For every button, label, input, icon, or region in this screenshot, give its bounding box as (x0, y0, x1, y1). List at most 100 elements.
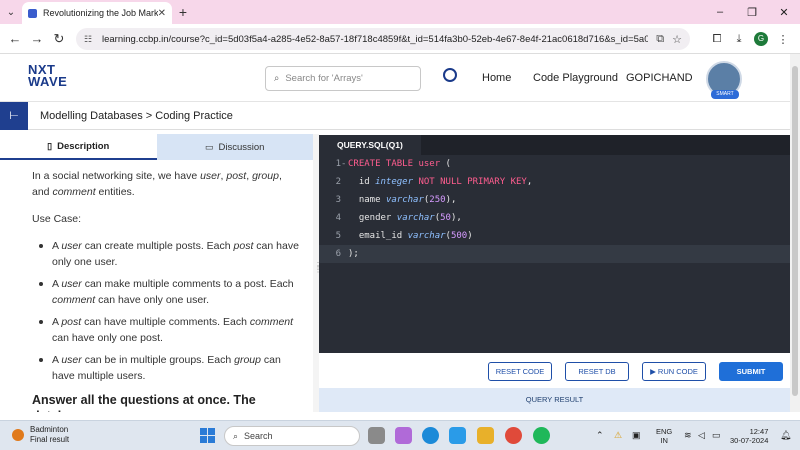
nav-user-name[interactable]: GOPICHAND (626, 72, 693, 84)
whatsapp-icon[interactable] (533, 427, 550, 444)
breadcrumb-bar: ⊢ Modelling Databases > Coding Practice (0, 102, 790, 130)
download-icon[interactable]: ⤓ (728, 33, 750, 46)
breadcrumb: Modelling Databases > Coding Practice (40, 110, 233, 122)
code-line[interactable]: 4 gender varchar(50), (319, 209, 790, 227)
sidebar-toggle-icon[interactable]: ⊢ (0, 102, 28, 130)
edge-icon[interactable] (422, 427, 439, 444)
line-number: 1 (335, 159, 341, 169)
region-code: IN (660, 436, 668, 445)
fold-icon[interactable]: - (341, 155, 346, 173)
description-panel: ▯ Description ▭ Discussion In a social n… (0, 134, 313, 412)
submit-button[interactable]: SUBMIT (719, 362, 783, 381)
query-result-bar[interactable]: QUERY RESULT (319, 388, 790, 412)
camera-icon[interactable]: ▣ (632, 430, 641, 441)
notification-icon[interactable]: 🔔︎ (780, 430, 791, 441)
browser-tab[interactable]: Revolutionizing the Job Market ✕ (22, 2, 172, 24)
user-avatar[interactable]: SMART (706, 61, 742, 99)
tab-search-icon[interactable]: ⌄ (0, 7, 22, 18)
code-text: name varchar(250), (348, 195, 457, 205)
code-line[interactable]: 1- CREATE TABLE user ( (319, 155, 790, 173)
code-line[interactable]: 5 email_id varchar(500) (319, 227, 790, 245)
copilot-icon[interactable] (395, 427, 412, 444)
site-favicon-icon (28, 8, 37, 18)
code-area[interactable]: 1- CREATE TABLE user (2 id integer NOT NU… (319, 155, 790, 263)
chrome-icon[interactable] (505, 427, 522, 444)
task-view-icon[interactable] (368, 427, 385, 444)
nxtwave-logo[interactable]: NXT WAVE (28, 63, 68, 89)
reset-code-button[interactable]: RESET CODE (488, 362, 552, 381)
logo-line2: WAVE (28, 74, 68, 89)
clock[interactable]: 12:47 30-07-2024 (730, 427, 768, 445)
weather-widget[interactable]: Badminton Final result (12, 425, 69, 445)
nav-home[interactable]: Home (482, 72, 511, 84)
use-case-label: Use Case: (32, 213, 82, 225)
language-indicator[interactable]: ENG IN (656, 427, 672, 445)
list-item: A post can have multiple comments. Each … (39, 314, 302, 346)
line-number: 6 (335, 249, 341, 259)
list-item: A user can be in multiple groups. Each g… (39, 352, 302, 384)
minimize-icon[interactable]: – (704, 6, 736, 18)
install-app-icon[interactable]: ⧉ (656, 33, 664, 46)
tab-query-file[interactable]: QUERY.SQL(Q1) (319, 135, 421, 155)
close-tab-icon[interactable]: ✕ (158, 8, 166, 19)
start-icon[interactable] (200, 428, 215, 443)
questions-heading: Answer all the questions at once. The da… (32, 393, 256, 412)
site-settings-icon[interactable]: ☷ (84, 34, 96, 45)
page-scrollbar[interactable] (790, 54, 800, 412)
avatar-badge: SMART (711, 90, 739, 99)
restore-icon[interactable]: ❐ (736, 6, 768, 19)
timer-icon[interactable] (443, 68, 457, 82)
nav-code-playground[interactable]: Code Playground (533, 72, 618, 84)
tab-description[interactable]: ▯ Description (0, 134, 157, 160)
left-tabs: ▯ Description ▭ Discussion (0, 134, 313, 160)
run-code-button[interactable]: ▶ RUN CODE (642, 362, 706, 381)
file-explorer-icon[interactable] (477, 427, 494, 444)
show-hidden-icons[interactable]: ⌃ (596, 430, 604, 441)
list-item: A user can create multiple posts. Each p… (39, 238, 302, 270)
scrollbar-thumb[interactable] (792, 66, 798, 396)
line-number: 4 (335, 213, 341, 223)
volume-icon[interactable]: ◁ (698, 430, 705, 441)
more-menu-icon[interactable]: ⋮ (772, 33, 794, 46)
line-number: 3 (335, 195, 341, 205)
line-number: 2 (335, 177, 341, 187)
code-line[interactable]: 3 name varchar(250), (319, 191, 790, 209)
forward-icon[interactable]: → (26, 31, 48, 46)
description-content: In a social networking site, we have use… (32, 168, 302, 412)
code-editor[interactable]: QUERY.SQL(Q1) 1- CREATE TABLE user (2 id … (319, 135, 790, 353)
list-item: A user can make multiple comments to a p… (39, 276, 302, 308)
document-icon: ▯ (47, 140, 53, 151)
wifi-icon[interactable]: ≋ (684, 430, 692, 441)
close-window-icon[interactable]: ✕ (768, 6, 800, 19)
editor-actions: RESET CODE RESET DB ▶ RUN CODE SUBMIT (319, 353, 790, 387)
url-field[interactable]: ☷ learning.ccbp.in/course?c_id=5d03f5a4-… (76, 28, 690, 50)
back-icon[interactable]: ← (4, 31, 26, 46)
bookmark-star-icon[interactable]: ☆ (672, 33, 682, 46)
help-icon[interactable] (449, 427, 466, 444)
editor-tabs: QUERY.SQL(Q1) (319, 135, 790, 155)
extensions-icon[interactable]: ⧠ (706, 33, 728, 46)
code-text: id integer NOT NULL PRIMARY KEY, (348, 177, 533, 187)
taskbar-search[interactable]: ⌕ Search (224, 426, 360, 446)
windows-taskbar: Badminton Final result ⌕ Search ⌃ ⚠ ▣ EN… (0, 420, 800, 450)
code-line[interactable]: 6); (319, 245, 790, 263)
widget-subtitle: Final result (30, 435, 70, 444)
date: 30-07-2024 (730, 436, 769, 445)
widget-title: Badminton (30, 425, 69, 434)
tab-discussion[interactable]: ▭ Discussion (156, 134, 313, 160)
url-text: learning.ccbp.in/course?c_id=5d03f5a4-a2… (102, 33, 649, 45)
battery-icon[interactable]: ▭ (712, 430, 721, 441)
alert-icon[interactable]: ⚠ (614, 430, 622, 441)
browser-tools: ⧠ ⤓ G ⋮ (706, 24, 794, 54)
search-input[interactable]: ⌕ Search for 'Arrays' (265, 66, 421, 91)
reload-icon[interactable]: ↻ (48, 31, 70, 47)
taskbar-search-label: Search (244, 431, 273, 441)
language-code: ENG (656, 427, 673, 436)
reset-db-button[interactable]: RESET DB (565, 362, 629, 381)
tab-description-label: Description (57, 140, 110, 152)
new-tab-icon[interactable]: + (172, 4, 194, 20)
code-line[interactable]: 2 id integer NOT NULL PRIMARY KEY, (319, 173, 790, 191)
time: 12:47 (749, 427, 769, 436)
profile-avatar[interactable]: G (754, 32, 768, 46)
code-text: email_id varchar(500) (348, 231, 473, 241)
